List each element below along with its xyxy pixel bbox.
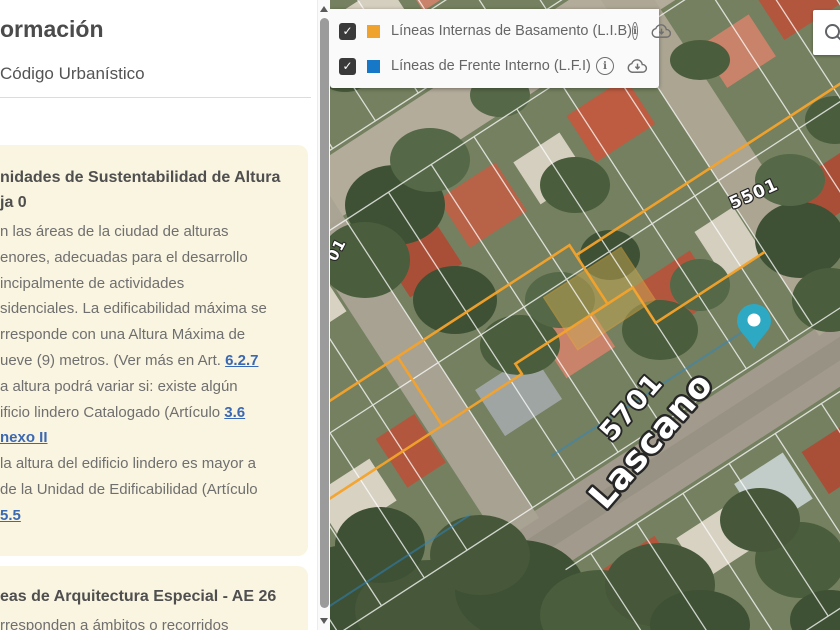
scrollbar-up-arrow[interactable]	[320, 6, 328, 12]
layer-swatch-lib	[367, 25, 380, 38]
card-text-line: ueve (9) metros. (Ver más en Art. 6.2.7	[0, 348, 294, 374]
card-body: rresponden a ámbitos o recorridos	[0, 613, 294, 630]
search-button[interactable]	[813, 10, 840, 55]
cloud-download-icon[interactable]	[650, 23, 673, 40]
search-icon	[822, 21, 840, 45]
card-text-line: rresponden a ámbitos o recorridos	[0, 613, 294, 630]
card-body: n las áreas de la ciudad de alturasenore…	[0, 219, 294, 529]
card-text-line: a altura podrá variar si: existe algún	[0, 374, 294, 400]
card-text-line: de la Unidad de Edificabilidad (Artículo	[0, 477, 294, 503]
cloud-download-icon[interactable]	[626, 58, 649, 75]
panel-title: ormación	[0, 16, 104, 43]
card-text-line: n las áreas de la ciudad de alturas	[0, 219, 294, 245]
map-canvas[interactable]: 0155015701Lascano ✓ Líneas Internas de B…	[330, 0, 840, 630]
info-card-sustentabilidad: nidades de Sustentabilidad de Altura ja …	[0, 145, 308, 556]
card-text-line: sidenciales. La edificabilidad máxima se	[0, 296, 294, 322]
card-text-line: incipalmente de actividades	[0, 271, 294, 297]
article-link[interactable]: nexo II	[0, 429, 48, 446]
aerial-imagery: 0155015701Lascano	[330, 0, 840, 630]
legend-row-lib: ✓ Líneas Internas de Basamento (L.I.B) i	[339, 18, 649, 44]
card-text-line: nexo II	[0, 425, 294, 451]
panel-divider	[0, 97, 311, 98]
legend-row-lfi: ✓ Líneas de Frente Interno (L.F.I) i	[339, 53, 649, 79]
info-icon[interactable]: i	[596, 57, 614, 75]
app-root: ormación Código Urbanístico nidades de S…	[0, 0, 840, 630]
info-card-ae26: eas de Arquitectura Especial - AE 26 rre…	[0, 566, 308, 630]
layer-label-lib: Líneas Internas de Basamento (L.I.B)	[391, 23, 632, 39]
card-text-line: 5.5	[0, 503, 294, 529]
article-link[interactable]: 5.5	[0, 507, 21, 524]
info-panel: ormación Código Urbanístico nidades de S…	[0, 0, 330, 630]
checkbox-lfi[interactable]: ✓	[339, 58, 356, 75]
card-title-line: eas de Arquitectura Especial - AE 26	[0, 584, 294, 609]
article-link[interactable]: 6.2.7	[225, 352, 258, 369]
scrollbar-down-arrow[interactable]	[320, 618, 328, 624]
panel-scrollbar[interactable]	[317, 0, 330, 630]
layer-swatch-lfi	[367, 60, 380, 73]
panel-subtitle: Código Urbanístico	[0, 64, 145, 84]
card-text-line: enores, adecuadas para el desarrollo	[0, 245, 294, 271]
article-link[interactable]: 3.6	[224, 404, 245, 421]
scrollbar-thumb[interactable]	[320, 18, 329, 608]
card-text-line: la altura del edificio lindero es mayor …	[0, 451, 294, 477]
layer-label-lfi: Líneas de Frente Interno (L.F.I)	[391, 58, 591, 74]
layers-legend: ✓ Líneas Internas de Basamento (L.I.B) i…	[330, 9, 659, 88]
card-text-line: rresponde con una Altura Máxima de	[0, 322, 294, 348]
checkbox-lib[interactable]: ✓	[339, 23, 356, 40]
card-title-line: nidades de Sustentabilidad de Altura	[0, 165, 294, 190]
card-text-line: ificio lindero Catalogado (Artículo 3.6	[0, 400, 294, 426]
card-title-line: ja 0	[0, 190, 294, 215]
info-icon[interactable]: i	[632, 22, 638, 40]
